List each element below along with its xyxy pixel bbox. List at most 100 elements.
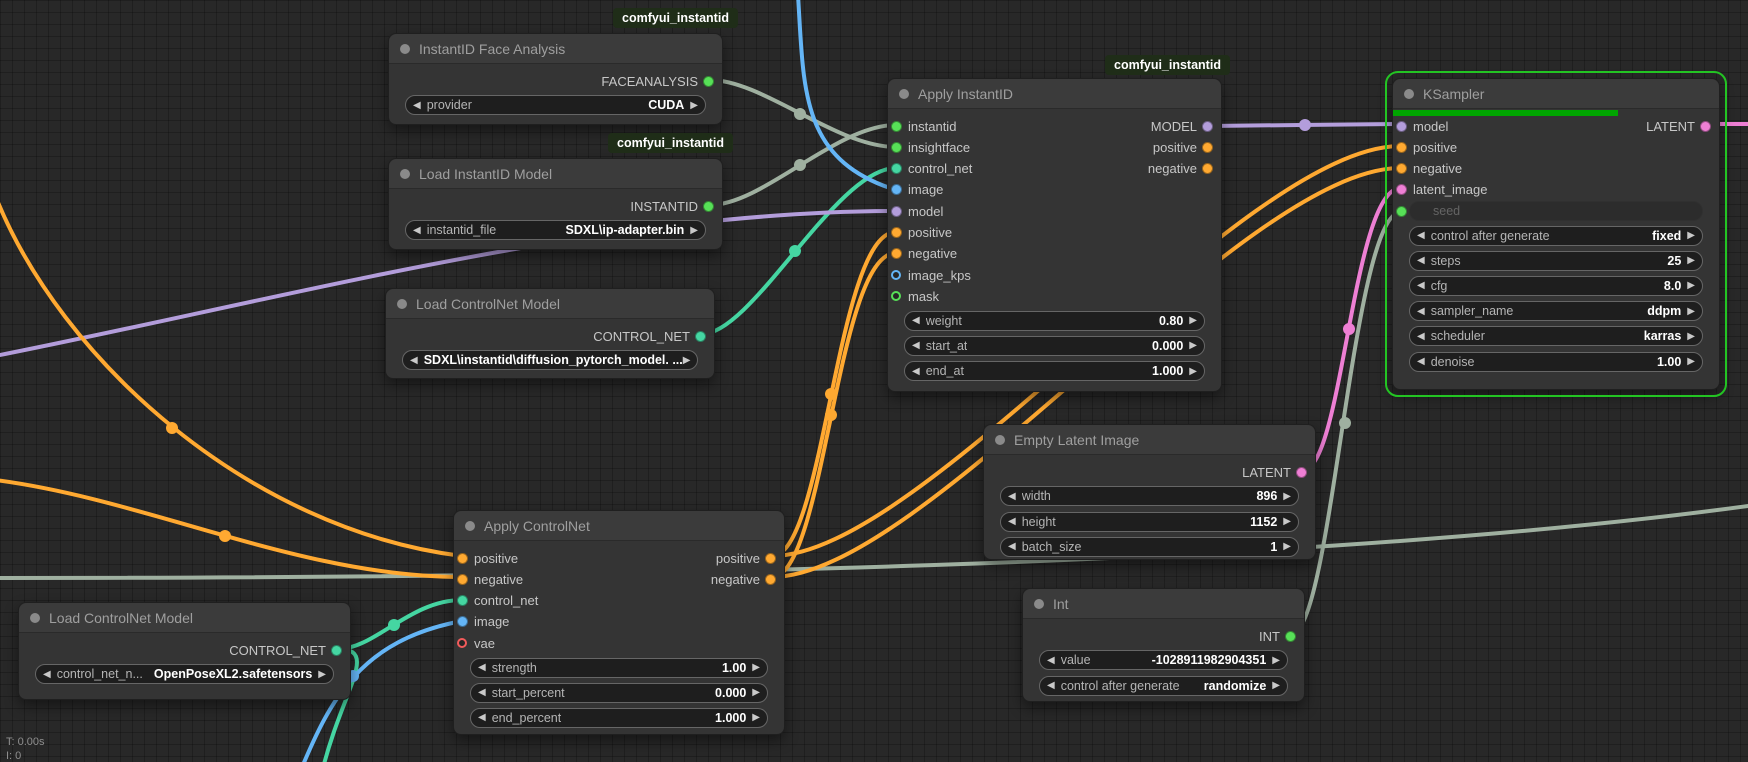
node-title-bar[interactable]: Int	[1023, 589, 1304, 619]
node-title-bar[interactable]: Load ControlNet Model	[19, 603, 350, 633]
node-apply-instantid[interactable]: Apply InstantIDinstantidinsightfacecontr…	[887, 78, 1222, 392]
input-port-seed[interactable]	[1396, 206, 1407, 217]
decrement-arrow-icon[interactable]: ◀	[912, 315, 920, 326]
decrement-arrow-icon[interactable]: ◀	[1417, 280, 1425, 291]
steps-widget[interactable]: ◀steps25▶	[1409, 251, 1703, 271]
node-title-bar[interactable]: Apply InstantID	[888, 79, 1221, 109]
sampler_name-widget[interactable]: ◀sampler_nameddpm▶	[1409, 301, 1703, 321]
increment-arrow-icon[interactable]: ▶	[752, 712, 760, 723]
input-port-negative[interactable]	[457, 574, 468, 585]
cfg-widget[interactable]: ◀cfg8.0▶	[1409, 276, 1703, 296]
output-port-INSTANTID[interactable]	[703, 201, 714, 212]
node-load-controlnet-model-instantid[interactable]: Load ControlNet ModelCONTROL_NET◀SDXL\in…	[385, 288, 715, 379]
node-title-bar[interactable]: Apply ControlNet	[454, 511, 784, 541]
increment-arrow-icon[interactable]: ▶	[1687, 331, 1695, 342]
decrement-arrow-icon[interactable]: ◀	[1047, 680, 1055, 691]
decrement-arrow-icon[interactable]: ◀	[1047, 655, 1055, 666]
decrement-arrow-icon[interactable]: ◀	[1417, 331, 1425, 342]
node-load-controlnet-model-openpose[interactable]: Load ControlNet ModelCONTROL_NET◀control…	[18, 602, 351, 700]
value-widget[interactable]: ◀value-1028911982904351▶	[1039, 650, 1288, 670]
decrement-arrow-icon[interactable]: ◀	[478, 662, 486, 673]
input-port-insightface[interactable]	[891, 142, 902, 153]
end_at-widget[interactable]: ◀end_at1.000▶	[904, 361, 1205, 381]
collapse-dot-icon[interactable]	[465, 521, 475, 531]
decrement-arrow-icon[interactable]: ◀	[1417, 306, 1425, 317]
increment-arrow-icon[interactable]: ▶	[683, 355, 691, 366]
increment-arrow-icon[interactable]: ▶	[1687, 255, 1695, 266]
input-port-image[interactable]	[457, 616, 468, 627]
input-port-positive[interactable]	[457, 553, 468, 564]
end_percent-widget[interactable]: ◀end_percent1.000▶	[470, 708, 768, 728]
increment-arrow-icon[interactable]: ▶	[1189, 315, 1197, 326]
output-port-positive[interactable]	[1202, 142, 1213, 153]
output-port-negative[interactable]	[765, 574, 776, 585]
increment-arrow-icon[interactable]: ▶	[752, 662, 760, 673]
increment-arrow-icon[interactable]: ▶	[752, 687, 760, 698]
input-port-negative[interactable]	[1396, 163, 1407, 174]
start_percent-widget[interactable]: ◀start_percent0.000▶	[470, 683, 768, 703]
increment-arrow-icon[interactable]: ▶	[1283, 516, 1291, 527]
collapse-dot-icon[interactable]	[1404, 89, 1414, 99]
collapse-dot-icon[interactable]	[400, 44, 410, 54]
control after generate-widget[interactable]: ◀control after generaterandomize▶	[1039, 676, 1288, 696]
collapse-dot-icon[interactable]	[1034, 599, 1044, 609]
decrement-arrow-icon[interactable]: ◀	[1417, 356, 1425, 367]
increment-arrow-icon[interactable]: ▶	[1272, 655, 1280, 666]
decrement-arrow-icon[interactable]: ◀	[478, 687, 486, 698]
value-widget[interactable]: ◀SDXL\instantid\diffusion_pytorch_model.…	[402, 350, 698, 370]
increment-arrow-icon[interactable]: ▶	[1687, 356, 1695, 367]
decrement-arrow-icon[interactable]: ◀	[1008, 516, 1016, 527]
node-empty-latent-image[interactable]: Empty Latent ImageLATENT◀width896▶◀heigh…	[983, 424, 1316, 560]
input-port-instantid[interactable]	[891, 121, 902, 132]
node-title-bar[interactable]: Load ControlNet Model	[386, 289, 714, 319]
node-ksampler[interactable]: KSamplermodelpositivenegativelatent_imag…	[1392, 78, 1720, 390]
control after generate-widget[interactable]: ◀control after generatefixed▶	[1409, 226, 1703, 246]
output-port-INT[interactable]	[1285, 631, 1296, 642]
increment-arrow-icon[interactable]: ▶	[1687, 280, 1695, 291]
node-load-instantid-model[interactable]: Load InstantID ModelINSTANTID◀instantid_…	[388, 158, 723, 250]
input-port-positive[interactable]	[891, 227, 902, 238]
input-port-mask[interactable]	[891, 291, 901, 301]
output-port-CONTROL_NET[interactable]	[331, 645, 342, 656]
input-port-model[interactable]	[1396, 121, 1407, 132]
decrement-arrow-icon[interactable]: ◀	[1417, 230, 1425, 241]
decrement-arrow-icon[interactable]: ◀	[1417, 255, 1425, 266]
decrement-arrow-icon[interactable]: ◀	[1008, 541, 1016, 552]
provider-widget[interactable]: ◀providerCUDA▶	[405, 95, 706, 115]
output-port-CONTROL_NET[interactable]	[695, 331, 706, 342]
input-port-model[interactable]	[891, 206, 902, 217]
output-port-FACEANALYSIS[interactable]	[703, 76, 714, 87]
start_at-widget[interactable]: ◀start_at0.000▶	[904, 336, 1205, 356]
decrement-arrow-icon[interactable]: ◀	[912, 340, 920, 351]
collapse-dot-icon[interactable]	[30, 613, 40, 623]
output-port-MODEL[interactable]	[1202, 121, 1213, 132]
width-widget[interactable]: ◀width896▶	[1000, 486, 1299, 506]
node-title-bar[interactable]: Empty Latent Image	[984, 425, 1315, 455]
increment-arrow-icon[interactable]: ▶	[690, 100, 698, 111]
collapse-dot-icon[interactable]	[397, 299, 407, 309]
collapse-dot-icon[interactable]	[400, 169, 410, 179]
input-port-latent_image[interactable]	[1396, 184, 1407, 195]
input-port-vae[interactable]	[457, 638, 467, 648]
node-graph-canvas[interactable]: InstantID Face AnalysisFACEANALYSIS◀prov…	[0, 0, 1748, 762]
output-port-LATENT[interactable]	[1296, 467, 1307, 478]
output-port-negative[interactable]	[1202, 163, 1213, 174]
input-port-negative[interactable]	[891, 248, 902, 259]
decrement-arrow-icon[interactable]: ◀	[410, 355, 418, 366]
strength-widget[interactable]: ◀strength1.00▶	[470, 658, 768, 678]
increment-arrow-icon[interactable]: ▶	[1687, 306, 1695, 317]
node-instantid-face-analysis[interactable]: InstantID Face AnalysisFACEANALYSIS◀prov…	[388, 33, 723, 125]
scheduler-widget[interactable]: ◀schedulerkarras▶	[1409, 326, 1703, 346]
output-port-LATENT[interactable]	[1700, 121, 1711, 132]
input-port-image_kps[interactable]	[891, 270, 901, 280]
increment-arrow-icon[interactable]: ▶	[1687, 230, 1695, 241]
output-port-positive[interactable]	[765, 553, 776, 564]
seed-input-widget[interactable]: seed	[1409, 201, 1703, 221]
decrement-arrow-icon[interactable]: ◀	[413, 100, 421, 111]
control_net_n...-widget[interactable]: ◀control_net_n...OpenPoseXL2.safetensors…	[35, 664, 334, 684]
increment-arrow-icon[interactable]: ▶	[318, 669, 326, 680]
increment-arrow-icon[interactable]: ▶	[1283, 541, 1291, 552]
input-port-control_net[interactable]	[891, 163, 902, 174]
input-port-control_net[interactable]	[457, 595, 468, 606]
decrement-arrow-icon[interactable]: ◀	[1008, 491, 1016, 502]
